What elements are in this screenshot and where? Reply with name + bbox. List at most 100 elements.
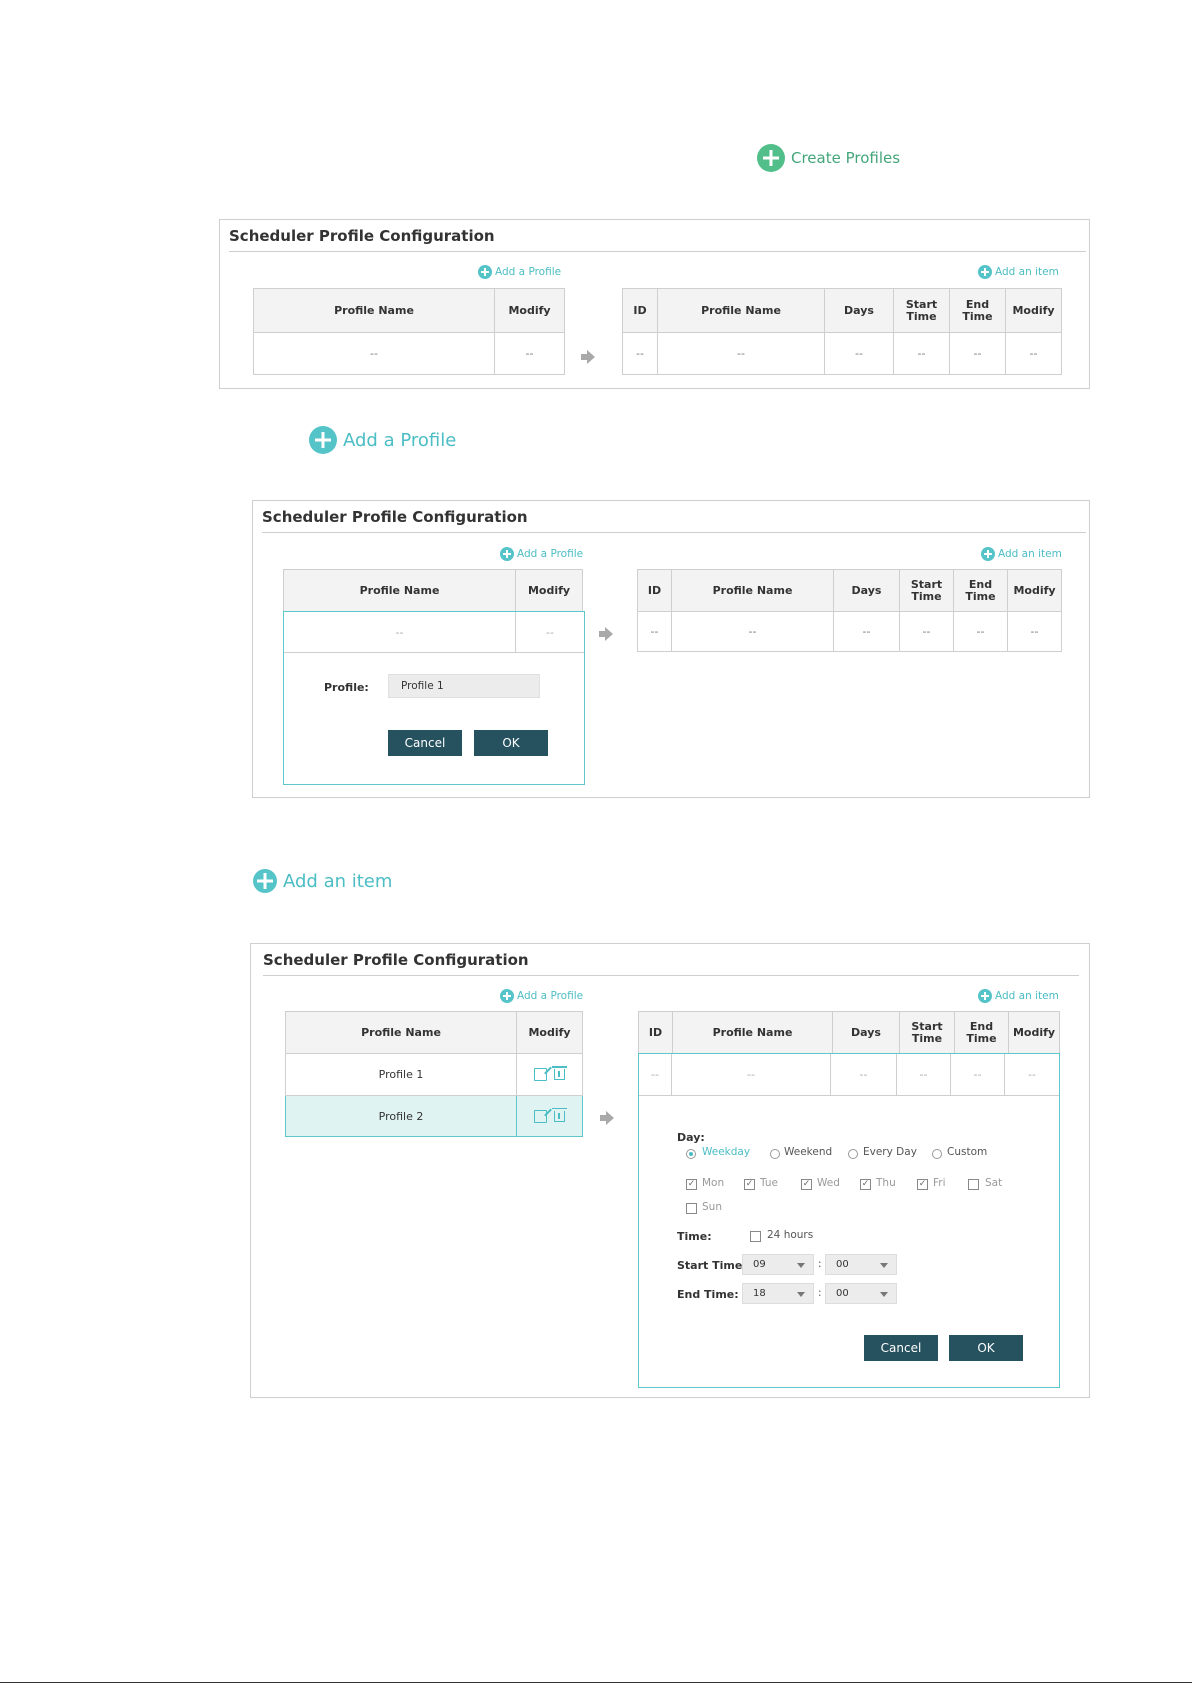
checkbox-sun[interactable] [686,1203,697,1214]
checkbox-wed-label: Wed [817,1177,840,1189]
trash-icon[interactable] [552,1066,567,1081]
col-header-end-time: End Time [953,569,1008,612]
col-header-id: ID [638,1011,673,1054]
table-cell: -- [253,332,495,375]
checkbox-mon[interactable]: ✓ [686,1179,697,1190]
col-header-days: Days [824,288,894,333]
plus-circle-icon [978,265,992,279]
table-cell: -- [657,332,825,375]
table-cell: -- [494,332,565,375]
radio-weekday[interactable] [686,1149,696,1159]
profile-table: Profile Name Modify -- -- [253,288,565,375]
cancel-button[interactable]: Cancel [864,1335,938,1361]
col-header-modify: Modify [516,1011,583,1054]
col-header-end-time: End Time [949,288,1006,333]
plus-circle-icon [253,869,277,893]
profile-name-input[interactable]: Profile 1 [388,674,540,698]
end-time-label: End Time: [677,1288,739,1301]
col-header-modify: Modify [1007,569,1062,612]
add-profile-label: Add a Profile [517,548,584,560]
item-table: ID Profile Name Days Start Time End Time… [637,569,1062,652]
col-header-profile-name: Profile Name [672,1011,833,1054]
table-cell: -- [833,611,900,652]
plus-circle-icon [978,989,992,1003]
dropdown-caret-icon [880,1263,888,1268]
checkbox-wed[interactable]: ✓ [801,1179,812,1190]
add-an-item-label: Add an item [283,870,393,892]
checkbox-sat[interactable] [968,1179,979,1190]
col-header-modify: Modify [1005,288,1062,333]
add-a-profile-label: Add a Profile [343,429,457,451]
ok-button[interactable]: OK [474,730,548,756]
radio-custom[interactable] [932,1149,942,1159]
edit-icon[interactable] [534,1109,547,1123]
dropdown-caret-icon [797,1292,805,1297]
add-profile-link[interactable]: Add a Profile [478,265,561,279]
item-table: ID Profile Name Days Start Time End Time… [622,288,1062,375]
ok-button[interactable]: OK [949,1335,1023,1361]
table-row: -- -- [253,332,565,375]
start-minute-select[interactable]: 00 [825,1254,897,1275]
start-minute-value: 00 [836,1259,849,1270]
end-minute-select[interactable]: 00 [825,1283,897,1304]
arrow-right-icon [600,1111,614,1125]
trash-icon[interactable] [552,1107,567,1122]
plus-circle-icon [309,426,337,454]
col-header-profile-name: Profile Name [671,569,834,612]
table-row-selected[interactable]: Profile 2 [285,1095,583,1137]
cancel-button[interactable]: Cancel [388,730,462,756]
table-cell: -- [1005,332,1062,375]
create-profiles-button[interactable]: Create Profiles [757,144,900,172]
scheduler-panel-initial: Scheduler Profile Configuration Add a Pr… [219,219,1090,389]
radio-weekend[interactable] [770,1149,780,1159]
col-header-days: Days [832,1011,900,1054]
add-item-link[interactable]: Add an item [978,265,1059,279]
start-hour-select[interactable]: 09 [742,1254,814,1275]
radio-custom-label: Custom [947,1146,988,1158]
radio-every-day-label: Every Day [863,1146,917,1158]
col-header-end-time: End Time [954,1011,1009,1054]
col-header-profile-name: Profile Name [253,288,495,333]
checkbox-thu-label: Thu [876,1177,896,1189]
table-cell: -- [516,612,584,653]
col-header-id: ID [622,288,658,333]
add-item-label: Add an item [995,990,1059,1002]
add-profile-link[interactable]: Add a Profile [500,989,583,1003]
edit-icon[interactable] [534,1068,547,1082]
col-header-start-time: Start Time [893,288,950,333]
col-header-start-time: Start Time [899,569,954,612]
table-row[interactable]: Profile 1 [285,1053,583,1096]
item-table: ID Profile Name Days Start Time End Time… [638,1011,1060,1054]
checkbox-24-hours-label: 24 hours [767,1229,814,1241]
page-footer-divider [0,1682,1192,1683]
time-separator: : [818,1258,822,1270]
panel-title: Scheduler Profile Configuration [262,508,528,526]
table-cell: -- [897,1054,951,1095]
profile-name-cell: Profile 1 [285,1053,517,1096]
table-cell: -- [1028,1068,1036,1081]
table-cell: -- [899,611,954,652]
add-item-link[interactable]: Add an item [981,547,1062,561]
checkbox-24-hours[interactable] [750,1231,761,1242]
table-cell: -- [284,612,516,653]
checkbox-tue-label: Tue [760,1177,778,1189]
panel-title: Scheduler Profile Configuration [229,227,495,245]
create-profiles-label: Create Profiles [791,149,901,167]
end-hour-select[interactable]: 18 [742,1283,814,1304]
table-cell: -- [637,611,672,652]
radio-every-day[interactable] [848,1149,858,1159]
table-cell: -- [949,332,1006,375]
add-item-form: -- -- -- -- -- -- Day: Weekday Weekend E… [638,1053,1060,1388]
dropdown-caret-icon [880,1292,888,1297]
table-cell: -- [671,611,834,652]
checkbox-tue[interactable]: ✓ [744,1179,755,1190]
add-item-label: Add an item [995,266,1059,278]
table-cell: -- [1007,611,1062,652]
add-item-link[interactable]: Add an item [978,989,1059,1003]
radio-weekend-label: Weekend [784,1146,833,1158]
checkbox-thu[interactable]: ✓ [860,1179,871,1190]
col-header-profile-name: Profile Name [285,1011,517,1054]
table-row: -- -- -- -- -- -- [622,332,1062,375]
add-profile-link[interactable]: Add a Profile [500,547,583,561]
checkbox-fri[interactable]: ✓ [917,1179,928,1190]
